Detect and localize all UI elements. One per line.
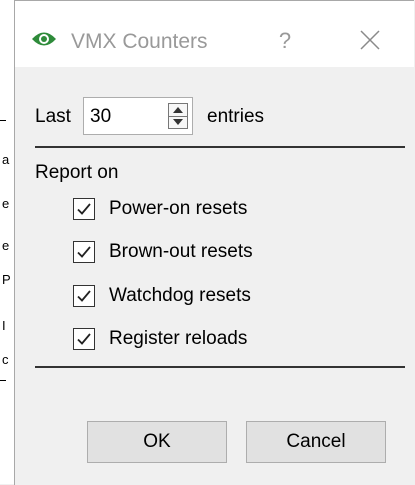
title-bar[interactable]: VMX Counters ?: [15, 1, 414, 67]
checkbox-checked[interactable]: [73, 198, 95, 220]
separator-top: [35, 146, 405, 148]
entries-count-value[interactable]: 30: [90, 105, 111, 129]
ok-button[interactable]: OK: [87, 421, 227, 463]
checkbox-label[interactable]: Watchdog resets: [109, 284, 251, 308]
check-icon: [77, 290, 91, 302]
spin-down-arrow-icon[interactable]: [173, 119, 183, 125]
eye-icon: [31, 29, 57, 54]
spin-buttons[interactable]: [168, 103, 188, 129]
checkbox-label[interactable]: Power-on resets: [109, 197, 247, 221]
last-label: Last: [35, 106, 71, 127]
background-text-fragment: I: [2, 318, 6, 333]
checkbox-checked[interactable]: [73, 241, 95, 263]
vmx-counters-dialog: VMX Counters ? Last 30 entries Report on…: [14, 0, 414, 485]
spin-divider: [169, 116, 187, 117]
check-icon: [77, 246, 91, 258]
check-icon: [77, 203, 91, 215]
close-icon: [347, 30, 395, 63]
spin-up-arrow-icon[interactable]: [173, 107, 183, 113]
background-divider: [0, 380, 6, 381]
check-icon: [77, 333, 91, 345]
background-text-fragment: a: [2, 152, 10, 167]
entries-label: entries: [207, 106, 265, 127]
background-text-fragment: c: [2, 352, 9, 367]
checkbox-checked[interactable]: [73, 328, 95, 350]
help-button[interactable]: ?: [261, 23, 309, 59]
checkbox-label[interactable]: Brown-out resets: [109, 240, 253, 264]
separator-bottom: [35, 366, 405, 368]
background-divider: [0, 120, 6, 121]
report-on-heading: Report on: [35, 162, 119, 183]
close-button[interactable]: [347, 23, 395, 59]
cancel-button[interactable]: Cancel: [246, 421, 386, 463]
checkbox-checked[interactable]: [73, 285, 95, 307]
background-text-fragment: e: [2, 238, 10, 253]
entries-count-spinbox[interactable]: 30: [83, 97, 193, 135]
background-text-fragment: P: [2, 272, 11, 287]
background-text-fragment: e: [2, 196, 10, 211]
window-title: VMX Counters: [71, 30, 208, 53]
background-window: a e e P I c: [0, 0, 15, 484]
checkbox-label[interactable]: Register reloads: [109, 327, 247, 351]
